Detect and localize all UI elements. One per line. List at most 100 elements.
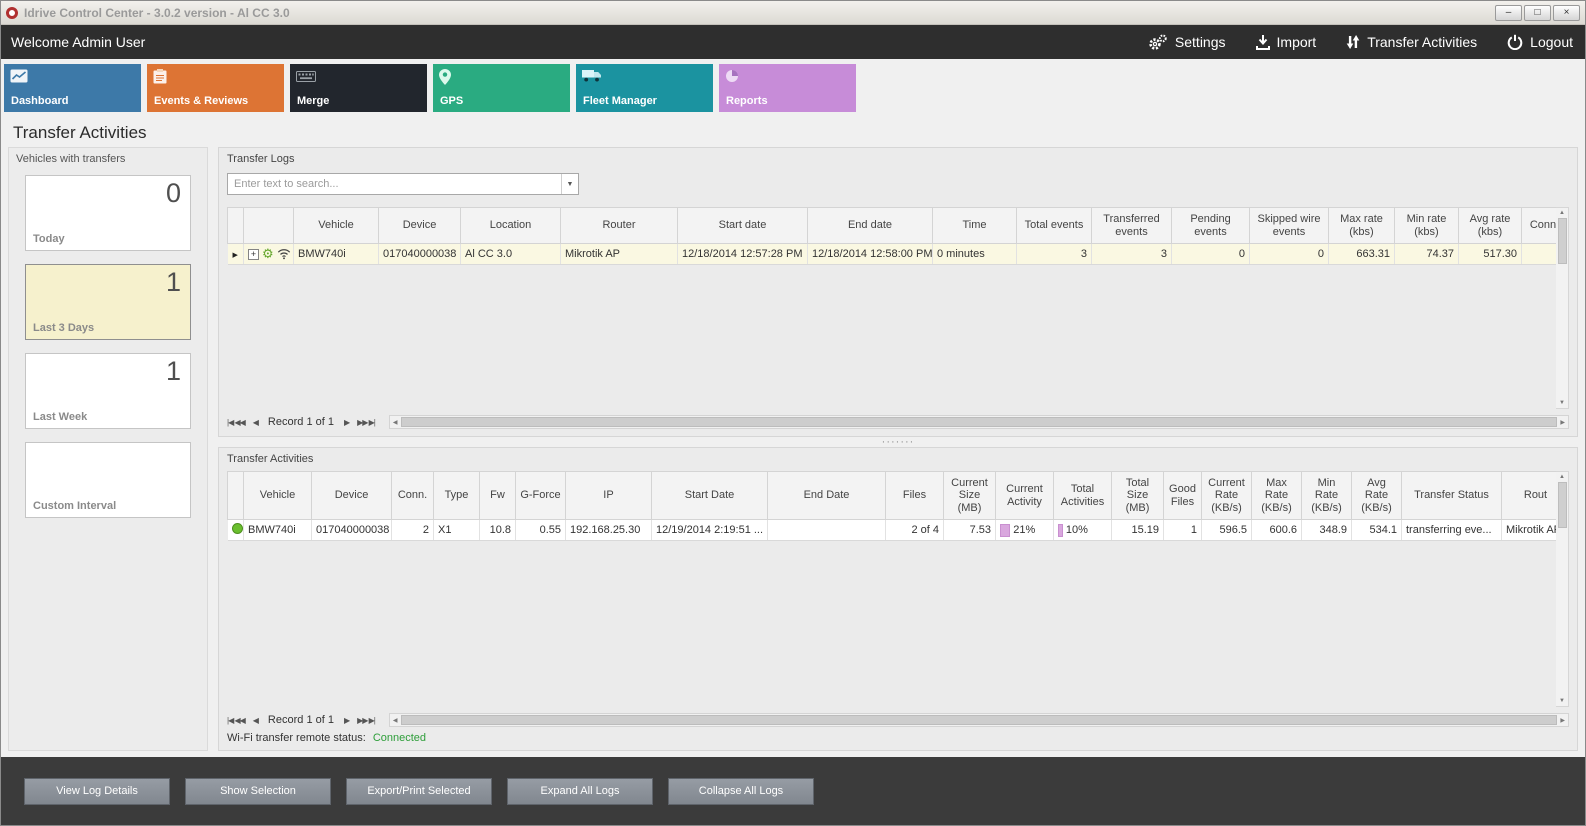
column-header[interactable]: Avg Rate (KB/s) — [1352, 472, 1402, 520]
column-header[interactable]: End Date — [768, 472, 886, 520]
table-cell[interactable]: BMW740i — [294, 244, 379, 265]
table-cell[interactable]: 21% — [996, 520, 1054, 541]
column-header[interactable]: End date — [808, 208, 933, 244]
tile-merge[interactable]: Merge — [290, 64, 427, 112]
logout-button[interactable]: Logout — [1507, 34, 1573, 50]
search-combo[interactable]: ▼ — [227, 173, 579, 195]
tile-reports[interactable]: Reports — [719, 64, 856, 112]
prev-record-button[interactable]: ◀ — [253, 716, 258, 725]
table-cell[interactable]: 017040000038 — [312, 520, 392, 541]
show-selection-button[interactable]: Show Selection — [185, 778, 331, 805]
column-header[interactable]: Min Rate (KB/s) — [1302, 472, 1352, 520]
table-cell[interactable] — [768, 520, 886, 541]
tile-events-reviews[interactable]: Events & Reviews — [147, 64, 284, 112]
table-cell[interactable]: 3 — [1092, 244, 1172, 265]
scroll-down-icon[interactable]: ▼ — [1559, 398, 1565, 408]
column-header[interactable]: Device — [379, 208, 461, 244]
table-row[interactable]: ▶+⚙BMW740i017040000038Al CC 3.0Mikrotik … — [228, 244, 1557, 265]
filter-card-custom-interval[interactable]: Custom Interval — [25, 442, 191, 518]
table-cell[interactable]: X1 — [434, 520, 480, 541]
filter-card-today[interactable]: 0 Today — [25, 175, 191, 251]
logs-horizontal-scrollbar[interactable]: ◀ ▶ — [389, 415, 1569, 429]
settings-button[interactable]: Settings — [1148, 34, 1226, 51]
transfer-activities-button[interactable]: Transfer Activities — [1346, 34, 1477, 50]
table-row[interactable]: BMW740i0170400000382X110.80.55192.168.25… — [228, 520, 1557, 541]
scrollbar-thumb[interactable] — [1558, 218, 1567, 264]
table-cell[interactable]: ▶ — [228, 244, 244, 265]
column-header[interactable]: IP — [566, 472, 652, 520]
filter-card-last-3-days[interactable]: 1 Last 3 Days — [25, 264, 191, 340]
column-header[interactable]: Avg rate (kbs) — [1459, 208, 1522, 244]
next-record-button[interactable]: ▶ — [344, 418, 349, 427]
maximize-button[interactable]: □ — [1524, 5, 1551, 21]
column-header[interactable] — [228, 208, 244, 244]
table-cell[interactable]: 348.9 — [1302, 520, 1352, 541]
import-button[interactable]: Import — [1256, 34, 1317, 50]
table-cell[interactable]: 596.5 — [1202, 520, 1252, 541]
column-header[interactable]: Max rate (kbs) — [1329, 208, 1395, 244]
column-header[interactable]: Vehicle — [294, 208, 379, 244]
search-input[interactable] — [228, 174, 561, 194]
scrollbar-thumb[interactable] — [1558, 482, 1567, 528]
table-cell[interactable]: 74.37 — [1395, 244, 1459, 265]
table-cell[interactable]: Al CC 3.0 — [461, 244, 561, 265]
column-header[interactable]: Total Activities — [1054, 472, 1112, 520]
window-titlebar[interactable]: Idrive Control Center - 3.0.2 version - … — [1, 1, 1585, 25]
table-cell[interactable]: 2 of 4 — [886, 520, 944, 541]
column-header[interactable]: Skipped wire events — [1250, 208, 1329, 244]
table-cell[interactable]: 0.55 — [516, 520, 566, 541]
activities-vertical-scrollbar[interactable]: ▲ ▼ — [1556, 471, 1569, 707]
expand-row-icon[interactable]: + — [248, 249, 259, 260]
scroll-left-icon[interactable]: ◀ — [390, 717, 401, 724]
close-button[interactable]: × — [1553, 5, 1580, 21]
table-cell[interactable]: transferring eve... — [1402, 520, 1502, 541]
column-header[interactable]: Current Size (MB) — [944, 472, 996, 520]
column-header[interactable]: Transferred events — [1092, 208, 1172, 244]
scroll-right-icon[interactable]: ▶ — [1557, 419, 1568, 426]
scroll-left-icon[interactable]: ◀ — [390, 419, 401, 426]
table-cell[interactable]: 10% — [1054, 520, 1112, 541]
column-header[interactable]: Start Date — [652, 472, 768, 520]
table-cell[interactable]: 0 — [1250, 244, 1329, 265]
table-cell[interactable]: 534.1 — [1352, 520, 1402, 541]
table-cell[interactable]: Mikrotik AP — [1502, 520, 1557, 541]
panel-splitter[interactable] — [218, 437, 1578, 447]
scrollbar-thumb[interactable] — [401, 715, 1558, 725]
column-header[interactable]: Max Rate (KB/s) — [1252, 472, 1302, 520]
table-cell[interactable]: 2 — [392, 520, 434, 541]
column-header[interactable]: Total events — [1017, 208, 1092, 244]
tile-gps[interactable]: GPS — [433, 64, 570, 112]
table-cell[interactable]: 1 — [1522, 244, 1557, 265]
column-header[interactable]: Router — [561, 208, 678, 244]
column-header[interactable]: Min rate (kbs) — [1395, 208, 1459, 244]
column-header[interactable]: Device — [312, 472, 392, 520]
table-cell[interactable]: 10.8 — [480, 520, 516, 541]
column-header[interactable]: G-Force — [516, 472, 566, 520]
table-cell[interactable]: 600.6 — [1252, 520, 1302, 541]
table-cell[interactable] — [228, 520, 244, 541]
column-header[interactable]: Location — [461, 208, 561, 244]
column-header[interactable]: Type — [434, 472, 480, 520]
collapse-all-logs-button[interactable]: Collapse All Logs — [668, 778, 814, 805]
column-header[interactable] — [244, 208, 294, 244]
column-header[interactable]: Current Activity — [996, 472, 1054, 520]
table-cell[interactable]: 192.168.25.30 — [566, 520, 652, 541]
tile-fleet-manager[interactable]: Fleet Manager — [576, 64, 713, 112]
column-header[interactable]: Total Size (MB) — [1112, 472, 1164, 520]
table-cell[interactable]: Mikrotik AP — [561, 244, 678, 265]
minimize-button[interactable]: – — [1495, 5, 1522, 21]
filter-card-last-week[interactable]: 1 Last Week — [25, 353, 191, 429]
scroll-up-icon[interactable]: ▲ — [1559, 208, 1565, 218]
table-cell[interactable]: 15.19 — [1112, 520, 1164, 541]
scrollbar-thumb[interactable] — [401, 417, 1558, 427]
column-header[interactable]: Fw — [480, 472, 516, 520]
table-cell[interactable]: 1 — [1164, 520, 1202, 541]
table-cell[interactable]: 0 — [1172, 244, 1250, 265]
column-header[interactable]: Conn. — [392, 472, 434, 520]
first-record-button[interactable]: |◀ ◀◀ — [227, 716, 245, 725]
column-header[interactable]: Good Files — [1164, 472, 1202, 520]
next-record-button[interactable]: ▶ — [344, 716, 349, 725]
column-header[interactable]: Conn. — [1522, 208, 1557, 244]
table-cell[interactable]: +⚙ — [244, 244, 294, 265]
column-header[interactable]: Files — [886, 472, 944, 520]
